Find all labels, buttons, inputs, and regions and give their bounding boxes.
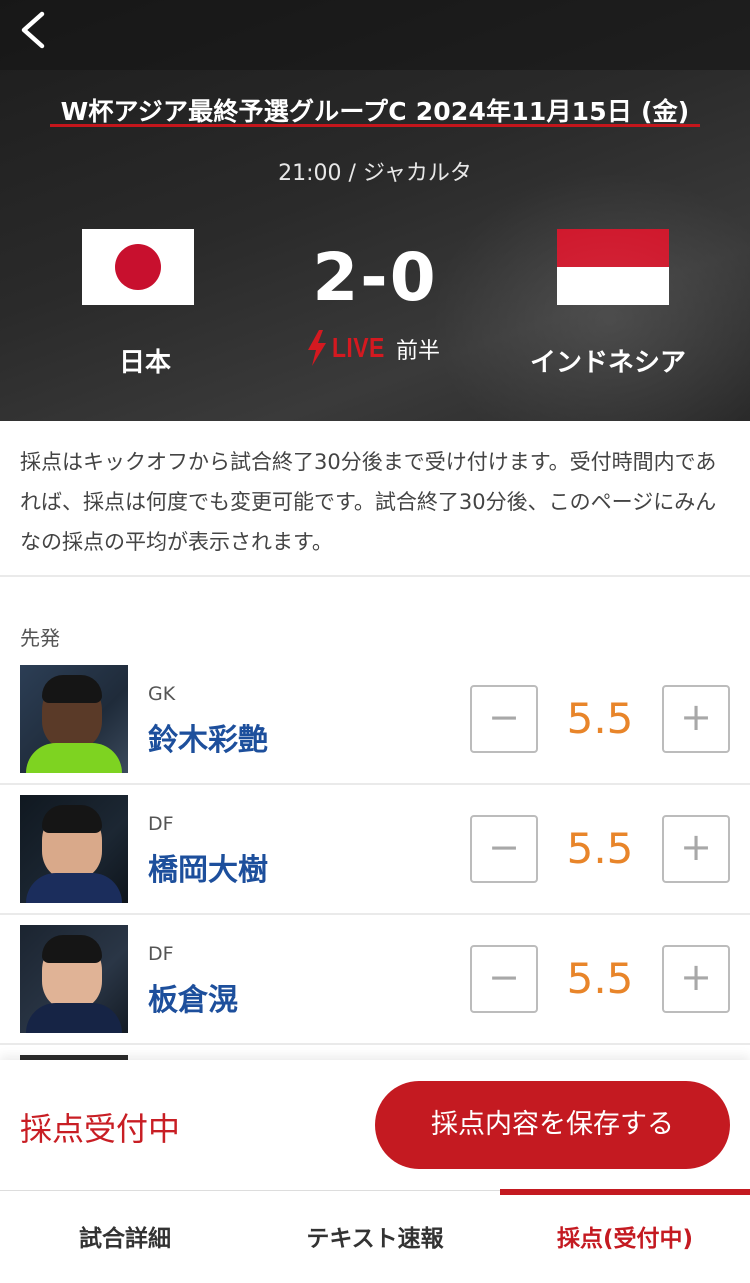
- kickoff-info: 21:00 / ジャカルタ: [278, 161, 472, 186]
- divider: [0, 1043, 750, 1045]
- divider: [0, 575, 750, 577]
- increase-score-button[interactable]: +: [662, 685, 730, 753]
- decrease-score-button[interactable]: −: [470, 945, 538, 1013]
- player-position: GK: [148, 683, 176, 705]
- tab-text-updates[interactable]: テキスト速報: [250, 1191, 500, 1283]
- increase-score-button[interactable]: +: [662, 945, 730, 1013]
- player-name[interactable]: 鈴木彩艶: [148, 715, 268, 759]
- player-position: DF: [148, 943, 174, 965]
- player-score: 5.5: [566, 824, 634, 873]
- rating-notice: 採点はキックオフから試合終了30分後まで受け付けます。受付時間内であれば、採点は…: [20, 450, 717, 554]
- increase-score-button[interactable]: +: [662, 815, 730, 883]
- live-badge: LIVE: [306, 330, 386, 366]
- live-label: LIVE: [332, 332, 385, 363]
- competition-underline: [50, 124, 700, 127]
- top-bar: [0, 0, 750, 70]
- player-position: DF: [148, 813, 174, 835]
- chevron-left-icon: [21, 11, 45, 49]
- rating-status: 採点受付中: [20, 1110, 181, 1148]
- home-team-name: 日本: [118, 348, 171, 378]
- competition-title: W杯アジア最終予選グループC 2024年11月15日 (金): [60, 97, 690, 126]
- player-row: DF 橋岡大樹 − 5.5 +: [0, 795, 750, 925]
- tab-bar: 試合詳細 テキスト速報 採点(受付中): [0, 1190, 750, 1283]
- player-row: GK 鈴木彩艶 − 5.5 +: [0, 665, 750, 795]
- player-score: 5.5: [566, 954, 634, 1003]
- decrease-score-button[interactable]: −: [470, 685, 538, 753]
- tab-ratings[interactable]: 採点(受付中): [500, 1191, 750, 1283]
- indonesia-flag-icon: [557, 229, 669, 305]
- lightning-icon: [308, 330, 326, 366]
- tab-match-details[interactable]: 試合詳細: [0, 1191, 250, 1283]
- player-score: 5.5: [566, 694, 634, 743]
- active-tab-indicator: [500, 1189, 750, 1195]
- section-label-starters: 先発: [20, 626, 60, 650]
- player-name[interactable]: 橋岡大樹: [148, 845, 268, 889]
- player-photo: [20, 925, 128, 1033]
- match-period: 前半: [396, 339, 441, 364]
- player-row: DF 板倉滉 − 5.5 +: [0, 925, 750, 1055]
- divider: [0, 913, 750, 915]
- match-score: 2-0: [312, 239, 438, 316]
- match-header: W杯アジア最終予選グループC 2024年11月15日 (金) 21:00 / ジ…: [0, 0, 750, 421]
- divider: [0, 783, 750, 785]
- player-name[interactable]: 板倉滉: [148, 975, 238, 1019]
- save-ratings-button[interactable]: 採点内容を保存する: [375, 1081, 730, 1169]
- away-team-name: インドネシア: [529, 348, 686, 378]
- player-photo: [20, 795, 128, 903]
- back-button[interactable]: [14, 8, 58, 52]
- player-photo: [20, 665, 128, 773]
- decrease-score-button[interactable]: −: [470, 815, 538, 883]
- japan-flag-icon: [82, 229, 194, 305]
